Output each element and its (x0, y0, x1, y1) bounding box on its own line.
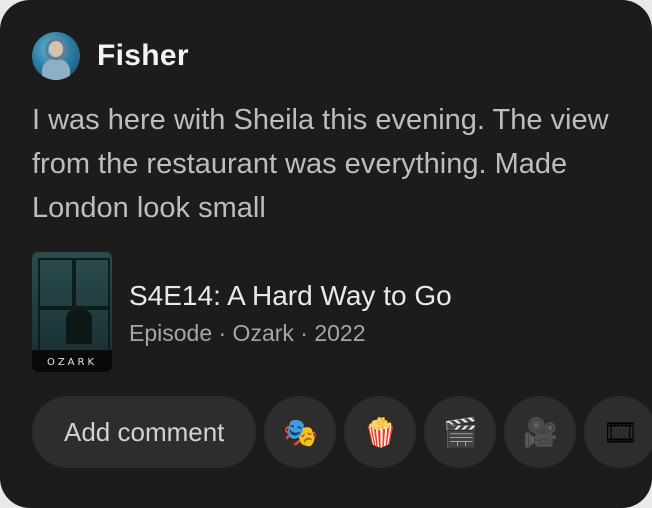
reaction-button-masks[interactable]: 🎭 (264, 396, 337, 468)
post-header: Fisher (32, 32, 189, 80)
poster-logo: OZARK (46, 357, 98, 368)
media-poster[interactable]: OZARK (32, 252, 112, 372)
post-text: I was here with Sheila this evening. The… (32, 104, 609, 224)
poster-window-pane (74, 258, 110, 308)
performing-arts-masks-icon: 🎭 (282, 415, 318, 449)
poster-window-pane (38, 258, 74, 308)
reaction-button-film[interactable]: 🎞 (584, 396, 652, 468)
clapper-board-icon: 🎬 (442, 415, 478, 449)
reaction-button-clapper[interactable]: 🎬 (424, 396, 497, 468)
avatar-figure-body (42, 59, 70, 80)
media-title[interactable]: S4E14: A Hard Way to Go (129, 280, 452, 312)
avatar-figure-head (49, 41, 63, 57)
media-attachment[interactable]: OZARK S4E14: A Hard Way to Go Episode · … (32, 252, 452, 372)
reaction-button-camera[interactable]: 🎥 (504, 396, 577, 468)
popcorn-icon: 🍿 (362, 415, 398, 449)
media-subtitle: Episode · Ozark · 2022 (129, 320, 366, 346)
author-name[interactable]: Fisher (97, 39, 189, 73)
reaction-button-popcorn[interactable]: 🍿 (344, 396, 417, 468)
film-reel-icon: 🎞 (602, 415, 639, 449)
actions-bar: Add comment 🎭 🍿 🎬 🎥 🎞 (32, 396, 652, 468)
poster-figures (66, 310, 92, 344)
movie-camera-icon: 🎥 (522, 415, 558, 449)
post-card: Fisher I was here with Sheila this eveni… (0, 0, 652, 508)
avatar[interactable] (32, 32, 80, 80)
add-comment-button[interactable]: Add comment (32, 396, 257, 468)
media-info: S4E14: A Hard Way to Go Episode · Ozark … (129, 252, 452, 372)
